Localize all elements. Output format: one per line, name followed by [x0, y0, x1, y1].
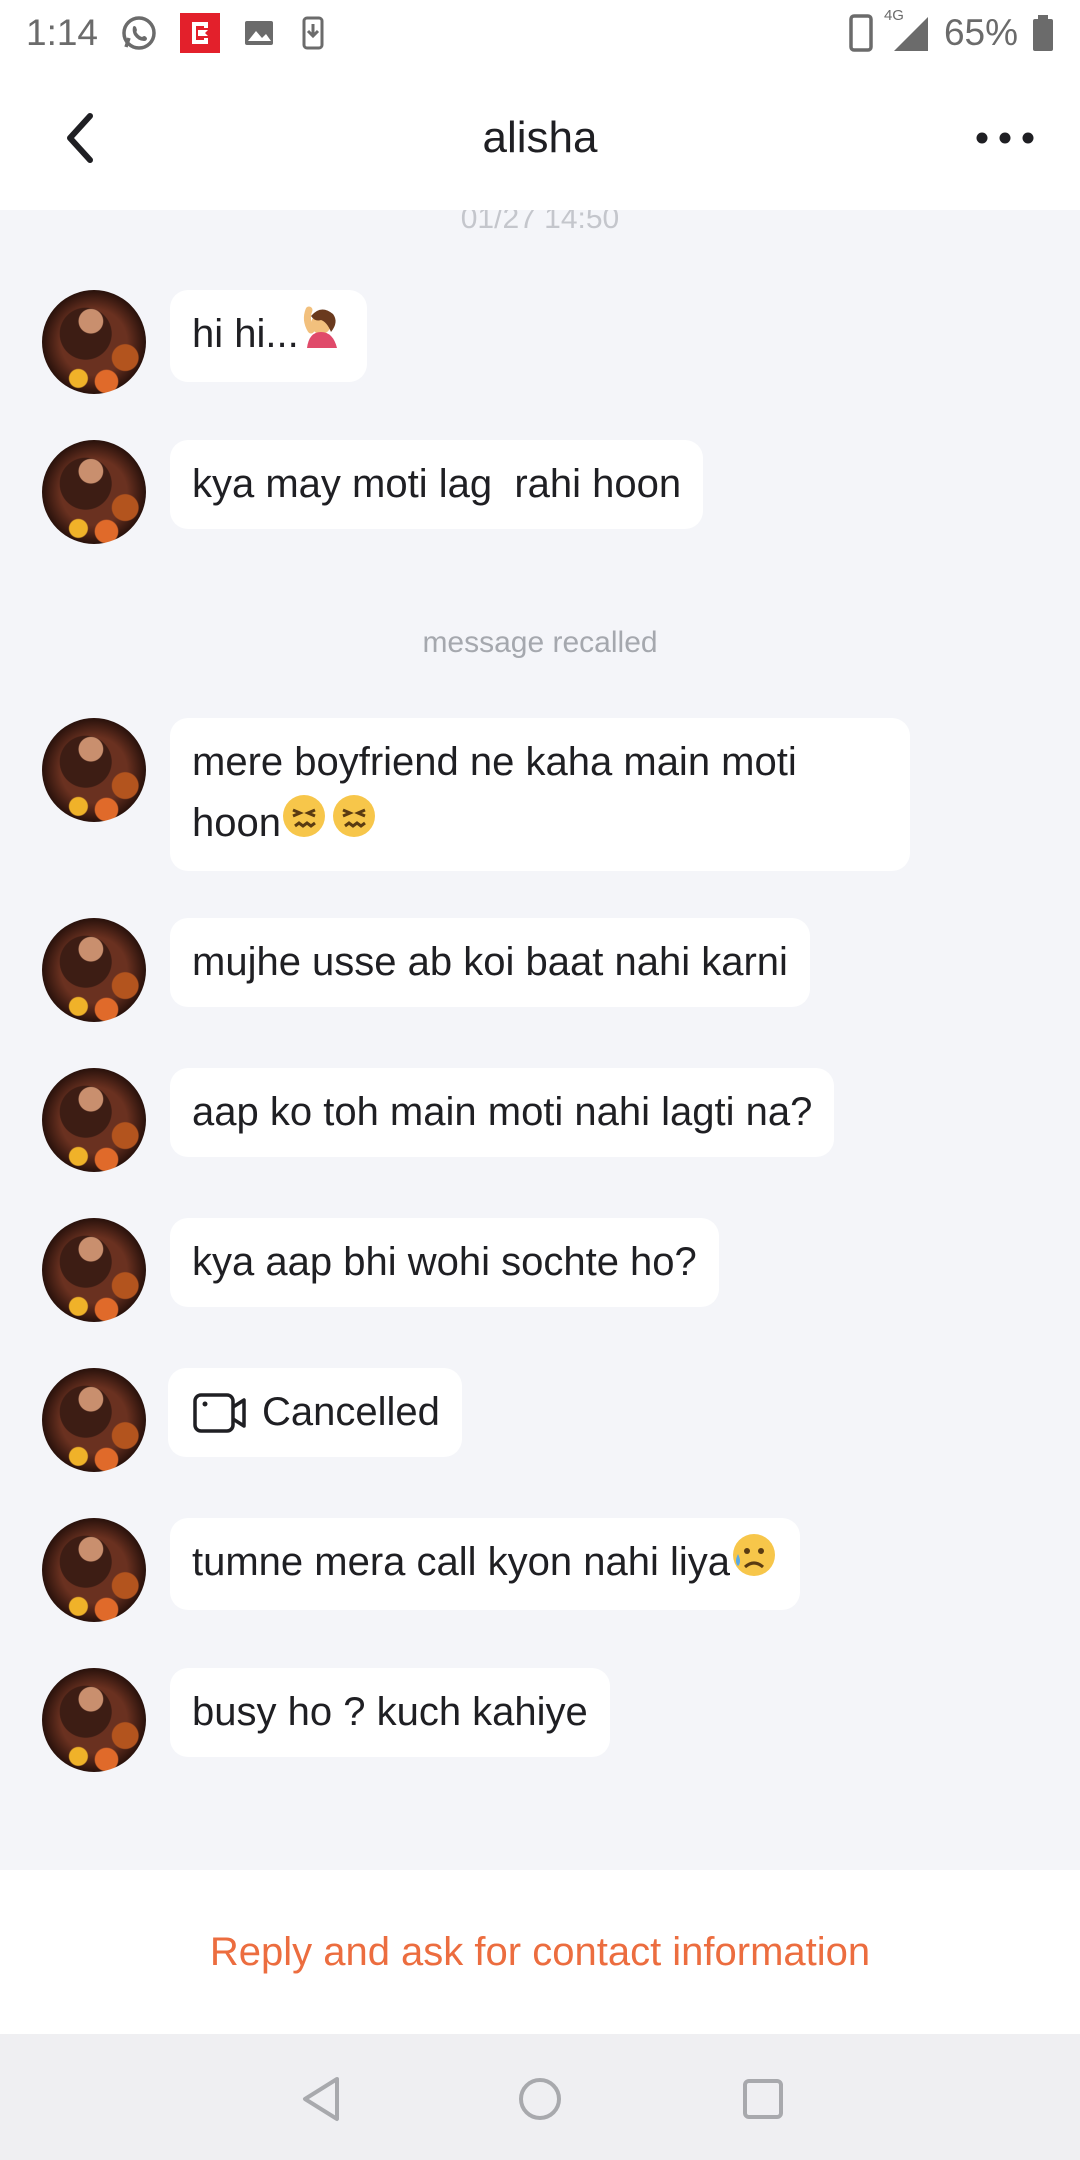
- message-bubble[interactable]: tumne mera call kyon nahi liya: [170, 1518, 801, 1611]
- nav-back-button[interactable]: [296, 2074, 346, 2124]
- message-bubble[interactable]: mujhe usse ab koi baat nahi karni: [170, 918, 810, 1007]
- message-text: aap ko toh main moti nahi lagti na?: [192, 1090, 813, 1134]
- message-row: aap ko toh main moti nahi lagti na?: [42, 1068, 835, 1172]
- message-bubble[interactable]: busy ho ? kuch kahiye: [170, 1668, 610, 1757]
- chevron-left-icon: [67, 113, 93, 163]
- message-text-continued: hoon: [192, 801, 281, 845]
- message-row: hi hi...: [42, 290, 367, 394]
- app-notification-icon: [180, 13, 221, 53]
- back-button[interactable]: [50, 108, 110, 168]
- whatsapp-icon: [120, 14, 158, 52]
- message-bubble[interactable]: aap ko toh main moti nahi lagti na?: [170, 1068, 835, 1157]
- sad-relieved-face-emoji: [730, 1532, 778, 1596]
- reply-bar: Reply and ask for contact information: [0, 1870, 1080, 2034]
- raising-hand-emoji: [299, 304, 345, 368]
- nav-home-button[interactable]: [515, 2074, 565, 2124]
- circle-home-icon: [519, 2078, 561, 2120]
- message-bubble[interactable]: kya may moti lag rahi hoon: [170, 440, 704, 529]
- battery-icon: [1032, 14, 1054, 52]
- message-row: kya may moti lag rahi hoon: [42, 440, 704, 544]
- call-status: Cancelled: [262, 1390, 440, 1434]
- message-row: tumne mera call kyon nahi liya: [42, 1518, 801, 1622]
- chat-messages[interactable]: 01/27 14:50 hi hi... kya may moti lag ra…: [0, 210, 1080, 1870]
- square-recents-icon: [743, 2079, 783, 2119]
- avatar[interactable]: [42, 1218, 146, 1322]
- status-bar: 1:14 4G 65%: [0, 0, 1080, 66]
- avatar[interactable]: [42, 1068, 146, 1172]
- avatar[interactable]: [42, 718, 146, 822]
- nav-recents-button[interactable]: [738, 2074, 788, 2124]
- message-text: kya may moti lag rahi hoon: [192, 462, 682, 506]
- message-row: mere boyfriend ne kaha main moti hoon: [42, 718, 910, 872]
- message-row: Cancelled: [42, 1368, 462, 1472]
- message-text: hi hi...: [192, 312, 299, 356]
- message-text: tumne mera call kyon nahi liya: [192, 1540, 731, 1584]
- message-bubble[interactable]: mere boyfriend ne kaha main moti hoon: [170, 718, 910, 872]
- status-time: 1:14: [26, 12, 99, 53]
- message-row: busy ho ? kuch kahiye: [42, 1668, 610, 1772]
- persevering-face-emoji: [281, 793, 377, 857]
- avatar[interactable]: [42, 440, 146, 544]
- avatar[interactable]: [42, 290, 146, 394]
- battery-percentage: 65%: [943, 12, 1018, 53]
- message-text: mujhe usse ab koi baat nahi karni: [192, 940, 788, 984]
- more-options-button[interactable]: [970, 110, 1040, 166]
- message-timestamp: 01/27 14:50: [460, 210, 620, 235]
- more-dots-icon: [976, 132, 1034, 144]
- download-icon: [298, 15, 328, 51]
- message-bubble[interactable]: kya aap bhi wohi sochte ho?: [170, 1218, 719, 1307]
- chat-header: alisha: [0, 66, 1080, 210]
- network-type: 4G: [883, 7, 904, 24]
- avatar[interactable]: [42, 1518, 146, 1622]
- video-camera-icon: [193, 1392, 246, 1433]
- contact-name[interactable]: alisha: [483, 113, 598, 163]
- message-text: mere boyfriend ne kaha main moti: [192, 740, 797, 784]
- signal-4g-icon: 4G: [884, 7, 930, 53]
- call-record-bubble[interactable]: Cancelled: [168, 1368, 462, 1457]
- recalled-notice: message recalled: [422, 626, 658, 659]
- avatar[interactable]: [42, 918, 146, 1022]
- message-bubble[interactable]: hi hi...: [170, 290, 367, 383]
- phone-vibrate-icon: [848, 13, 874, 53]
- message-row: kya aap bhi wohi sochte ho?: [42, 1218, 719, 1322]
- reply-contact-info-link[interactable]: Reply and ask for contact information: [210, 1930, 870, 1975]
- avatar[interactable]: [42, 1668, 146, 1772]
- triangle-back-icon: [303, 2077, 339, 2121]
- system-navigation-bar: [0, 2034, 1080, 2160]
- message-text: kya aap bhi wohi sochte ho?: [192, 1240, 697, 1284]
- avatar[interactable]: [42, 1368, 146, 1472]
- message-row: mujhe usse ab koi baat nahi karni: [42, 918, 810, 1022]
- message-text: busy ho ? kuch kahiye: [192, 1690, 588, 1734]
- gallery-icon: [242, 16, 276, 50]
